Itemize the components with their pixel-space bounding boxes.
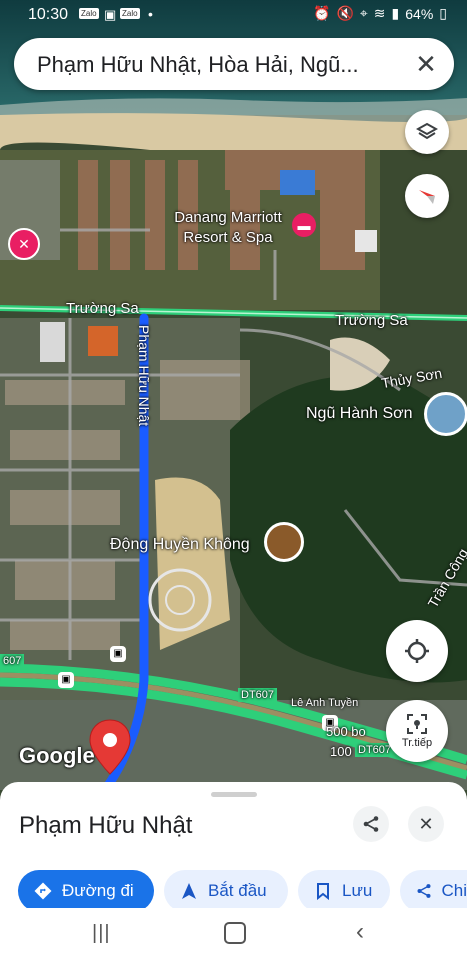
marriott-label[interactable]: Danang Marriott Resort & Spa — [163, 208, 293, 248]
notification-dot: • — [148, 6, 153, 22]
share-chip-label: Chi — [441, 881, 467, 900]
system-navigation-bar: ||| ‹ — [0, 908, 467, 960]
dt607-shield-right: DT607 — [355, 743, 395, 757]
zalo-icon-2: Zalo — [120, 8, 140, 19]
bus-stop-icon[interactable]: ▣ — [110, 646, 126, 662]
clock: 10:30 — [28, 6, 69, 23]
search-query[interactable]: Phạm Hữu Nhật, Hòa Hải, Ngũ... — [37, 52, 392, 78]
directions-button[interactable]: Đường đi — [18, 870, 154, 912]
dt607-shield-mid: DT607 — [238, 688, 278, 702]
battery-text: 64% — [405, 5, 434, 22]
save-button[interactable]: Lưu — [298, 870, 390, 912]
truong-sa-label-right: Trường Sa — [335, 312, 408, 329]
crosshair-icon — [405, 639, 429, 663]
my-location-button[interactable] — [386, 620, 448, 682]
bed-icon: ▬ — [297, 217, 311, 233]
share-icon — [363, 816, 379, 832]
start-button[interactable]: Bắt đầu — [164, 870, 288, 912]
google-logo: Google — [19, 743, 95, 768]
save-label: Lưu — [342, 881, 373, 900]
street-label-500: 500 bo — [326, 724, 366, 739]
live-view-icon — [407, 714, 427, 734]
directions-label: Đường đi — [62, 881, 134, 900]
location-icon: ⌖ — [359, 5, 368, 21]
back-button[interactable]: ‹ — [356, 918, 364, 946]
status-bar: 10:30 Zalo ▣ Zalo • ⏰ 🔇 ⌖ ≋ ▮ 64% ▯ — [0, 0, 467, 30]
ngu-hanh-son-label[interactable]: Ngũ Hành Sơn — [306, 405, 413, 423]
search-bar[interactable]: Phạm Hữu Nhật, Hòa Hải, Ngũ... ✕ — [14, 38, 454, 90]
street-label-100: 100 — [330, 744, 352, 759]
wifi-icon: ≋ — [373, 5, 386, 21]
navigation-arrow-icon — [178, 882, 200, 900]
status-icons: ⏰ 🔇 ⌖ ≋ ▮ 64% ▯ — [313, 5, 447, 22]
dong-huyen-khong-photo-marker[interactable] — [264, 522, 304, 562]
share-chip-button[interactable]: Chi — [400, 870, 467, 912]
dong-huyen-khong-label[interactable]: Động Huyền Không — [110, 536, 250, 554]
close-sheet-button[interactable]: ✕ — [408, 806, 444, 842]
recent-apps-button[interactable]: ||| — [92, 922, 111, 945]
home-button[interactable] — [224, 922, 246, 944]
dt607-shield-left: 607 — [0, 654, 25, 668]
place-title: Phạm Hữu Nhật — [19, 812, 193, 839]
signal-icon: ▮ — [391, 5, 400, 21]
start-label: Bắt đầu — [208, 881, 267, 900]
hammer-wrench-icon: ✕ — [18, 235, 30, 252]
close-icon: ✕ — [418, 813, 434, 834]
silent-icon: 🔇 — [336, 5, 354, 21]
hotel-marker[interactable]: ▬ — [292, 213, 316, 237]
live-view-button[interactable]: Tr.tiếp — [386, 700, 448, 762]
drag-handle[interactable] — [211, 792, 257, 797]
share-button[interactable] — [353, 806, 389, 842]
pham-huu-nhat-road-label: Phạm Hữu Nhật — [136, 325, 152, 427]
close-icon: ✕ — [415, 49, 437, 79]
battery-icon: ▯ — [439, 5, 447, 21]
truong-sa-label-left: Trường Sa — [66, 300, 139, 317]
layers-button[interactable] — [405, 110, 449, 154]
bus-stop-icon-2[interactable]: ▣ — [58, 672, 74, 688]
bookmark-icon — [312, 882, 334, 900]
poi-marker[interactable]: ✕ — [8, 228, 40, 260]
zalo-icon: Zalo — [79, 8, 99, 19]
location-pin-icon[interactable] — [88, 718, 132, 776]
image-icon: ▣ — [104, 7, 117, 22]
alarm-icon: ⏰ — [313, 5, 331, 21]
layers-icon — [416, 122, 438, 140]
compass-button[interactable] — [405, 174, 449, 218]
live-view-label: Tr.tiếp — [401, 737, 433, 749]
share-icon — [414, 883, 433, 899]
directions-icon — [32, 882, 54, 900]
le-anh-tuyen-label: Lê Anh Tuyền — [291, 697, 359, 709]
compass-icon — [419, 190, 435, 204]
ngu-hanh-son-photo-marker[interactable] — [424, 392, 467, 436]
clear-search-button[interactable]: ✕ — [410, 48, 442, 80]
